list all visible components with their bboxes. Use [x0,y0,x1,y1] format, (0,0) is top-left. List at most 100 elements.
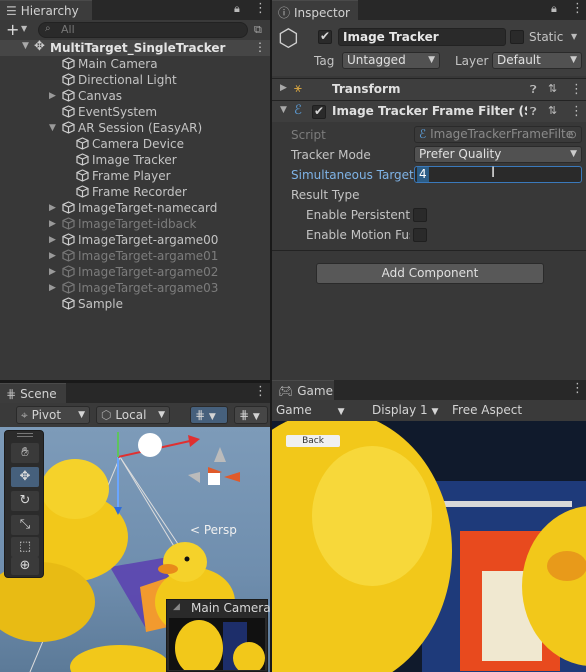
layer-label: Layer [455,54,489,68]
persp-label[interactable]: < Persp [190,523,237,537]
expand-arrow-icon[interactable]: ▶ [49,232,56,248]
collapse-arrow-icon[interactable]: ▼ [49,120,56,136]
expand-arrow-icon[interactable]: ▶ [49,280,56,296]
expand-arrow-icon[interactable]: ▶ [49,248,56,264]
back-button[interactable]: Back [286,435,340,447]
help-icon[interactable]: ❓︎ [530,83,537,97]
hierarchy-item[interactable]: ▶ ImageTarget-argame03 [0,280,270,296]
preset-icon[interactable]: ⇅ [548,104,557,117]
chevron-down-icon[interactable]: ▼ [571,32,577,41]
tracker-mode-dropdown[interactable]: Prefer Quality ▼ [414,146,582,163]
preset-icon[interactable]: ⇅ [548,82,557,95]
display-dropdown[interactable]: Display 1 ▼ [372,403,438,417]
tab-game[interactable]: 🎮︎ Game [272,380,334,400]
move-tool-button[interactable]: ✥ [11,467,39,487]
enable-motion-checkbox[interactable] [413,228,427,242]
tab-hierarchy[interactable]: ☰ Hierarchy [0,0,92,20]
frame-filter-component-header[interactable]: ▼ ℰ Image Tracker Frame Filter (Scri ❓︎ … [272,100,586,122]
hierarchy-item[interactable]: ▶ Canvas [0,88,270,104]
expand-arrow-icon[interactable]: ▶ [49,88,56,104]
hierarchy-item-label: ImageTarget-idback [78,217,197,231]
expand-arrow-icon[interactable]: ▶ [49,200,56,216]
hierarchy-item[interactable]: Frame Recorder [0,184,270,200]
hierarchy-root-row[interactable]: ▼ ✥ MultiTarget_SingleTracker ⋮ [0,39,270,56]
hierarchy-item[interactable]: ▶ ImageTarget-argame01 [0,248,270,264]
game-viewport[interactable]: Back [272,421,586,672]
tag-label: Tag [314,54,335,68]
hierarchy-item[interactable]: Frame Player [0,168,270,184]
hierarchy-item[interactable]: ▶ ImageTarget-idback [0,216,270,232]
hierarchy-item-label: Frame Recorder [92,185,187,199]
hierarchy-item[interactable]: EventSystem [0,104,270,120]
collapse-arrow-icon[interactable]: ▼ [22,41,29,51]
camera-preview-image [169,618,265,670]
hierarchy-item[interactable]: ▶ ImageTarget-argame00 [0,232,270,248]
local-icon: ⬡ [101,408,112,422]
pivot-dropdown[interactable]: ⌖ Pivot ▼ [16,406,90,424]
object-name-value: Image Tracker [343,30,439,44]
gameobject-cube-icon [62,217,75,230]
hierarchy-item[interactable]: Sample [0,296,270,312]
enable-persistent-checkbox[interactable] [413,208,427,222]
rotate-icon: ↻ [19,493,31,508]
hierarchy-item[interactable]: ▶ ImageTarget-argame02 [0,264,270,280]
rect-tool-button[interactable]: ⬚ [11,537,39,557]
expand-arrow-icon[interactable]: ▶ [49,216,56,232]
inspector-menu-icon[interactable]: ⋮ [571,2,584,16]
static-checkbox[interactable] [510,30,524,44]
camera-preview[interactable]: Main Camera ◢ [166,599,271,672]
hierarchy-item[interactable]: Image Tracker [0,152,270,168]
add-object-button[interactable]: + [6,20,19,39]
hierarchy-menu-icon[interactable]: ⋮ [254,2,267,16]
inspector-tab-label: Inspector [294,6,350,20]
game-mode-dropdown[interactable]: Game ▼ [276,403,344,417]
add-component-button[interactable]: Add Component [316,263,544,284]
grid-snap-icon: ⋕ [195,408,206,422]
layer-dropdown[interactable]: Default ▼ [492,52,582,69]
chevron-down-icon: ▼ [570,55,577,65]
hierarchy-item[interactable]: Camera Device [0,136,270,152]
active-checkbox[interactable] [318,29,332,44]
hierarchy-item[interactable]: ▶ ImageTarget-namecard [0,200,270,216]
layer-value: Default [497,53,541,67]
scene-visibility-icon[interactable]: ⧉ [254,23,262,37]
object-name-input[interactable]: Image Tracker [338,28,506,46]
unity-scene-icon: ✥ [34,39,45,54]
hierarchy-toolbar: + ▼ ⌕ All ⧉ [0,20,270,40]
transform-component-header[interactable]: ▶ ⚹ Transform ❓︎ ⇅ ⋮ [272,78,586,100]
scene-menu-icon[interactable]: ⋮ [254,385,267,399]
game-menu-icon[interactable]: ⋮ [571,382,584,396]
hierarchy-item-label: Image Tracker [92,153,177,167]
lock-icon[interactable]: 🔒︎ [234,2,240,16]
hierarchy-item[interactable]: Directional Light [0,72,270,88]
component-menu-icon[interactable]: ⋮ [570,82,583,97]
scale-tool-button[interactable]: ⤡ [11,515,39,535]
hierarchy-item[interactable]: ▼ AR Session (EasyAR) [0,120,270,136]
transform-tool-button[interactable]: ⊕ [11,557,39,575]
hierarchy-item[interactable]: Main Camera [0,56,270,72]
help-icon[interactable]: ❓︎ [530,105,537,119]
local-dropdown[interactable]: ⬡ Local ▼ [96,406,170,424]
increment-snap-button[interactable]: ⋕ ▼ [234,406,268,424]
tab-inspector[interactable]: ⓘ Inspector [272,0,358,20]
palette-handle[interactable] [17,433,33,437]
root-label: MultiTarget_SingleTracker [50,41,226,55]
grid-snap-button[interactable]: ⋕ ▼ [190,406,228,424]
search-input[interactable]: ⌕ All [38,22,248,38]
expand-arrow-icon[interactable]: ▶ [49,264,56,280]
rotate-tool-button[interactable]: ↻ [11,491,39,511]
sim-target-input[interactable]: 4 I [414,165,582,183]
script-icon: ℰ [294,103,302,118]
collapse-arrow-icon[interactable]: ▼ [280,105,287,115]
chevron-down-icon[interactable]: ▼ [21,24,27,33]
component-menu-icon[interactable]: ⋮ [570,104,583,119]
component-enabled-checkbox[interactable] [312,104,326,119]
expand-arrow-icon[interactable]: ▶ [280,83,287,93]
tab-scene[interactable]: ⋕ Scene [0,383,66,403]
lock-icon[interactable]: 🔒︎ [551,2,557,16]
root-menu-icon[interactable]: ⋮ [254,40,266,54]
hand-tool-button[interactable]: ✋︎ [11,443,39,463]
tag-dropdown[interactable]: Untagged ▼ [342,52,440,69]
aspect-dropdown[interactable]: Free Aspect [452,403,522,417]
sim-target-label: Simultaneous Target [291,168,414,182]
